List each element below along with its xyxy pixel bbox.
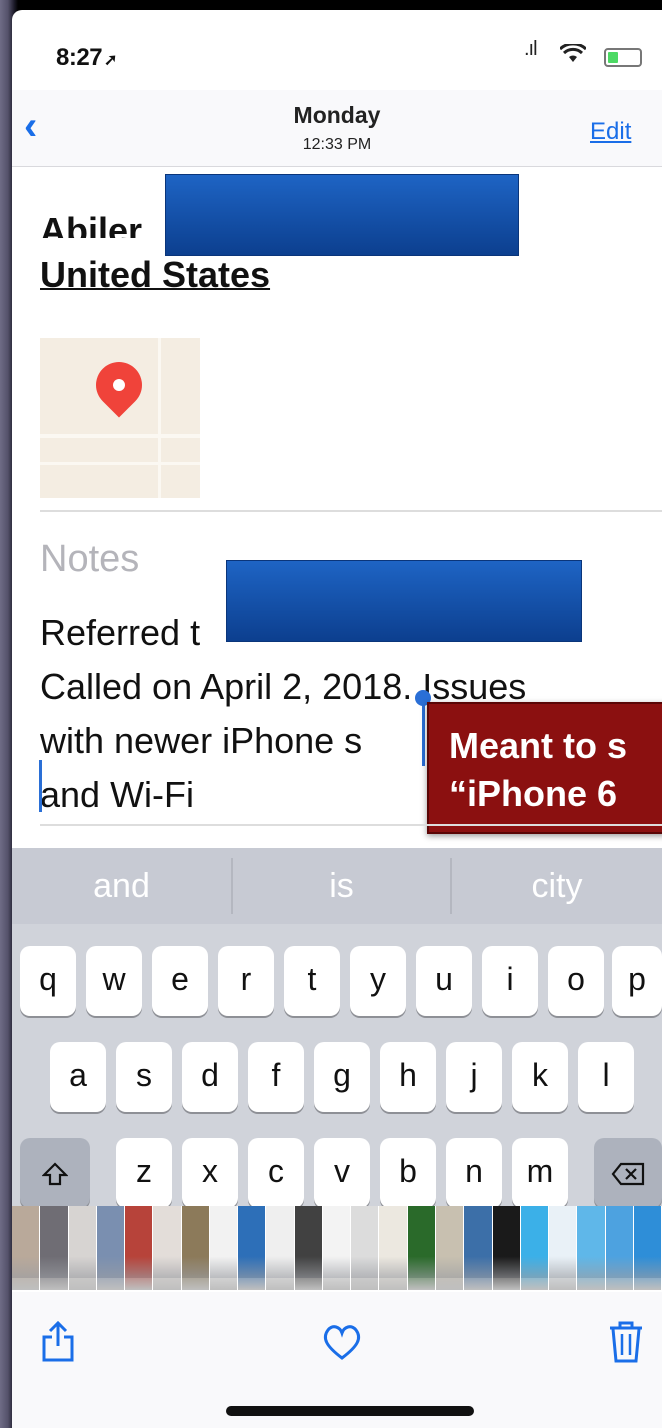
photo-thumbnail[interactable] <box>520 1206 550 1290</box>
key-x[interactable]: x <box>182 1138 238 1208</box>
annotation-callout: Meant to s “iPhone 6 <box>427 702 662 834</box>
key-r[interactable]: r <box>218 946 274 1016</box>
map-pin-icon <box>86 352 152 418</box>
map-thumbnail[interactable] <box>40 338 200 498</box>
edit-button[interactable]: Edit <box>590 118 631 146</box>
delete-icon <box>611 1162 645 1185</box>
share-icon[interactable] <box>36 1320 80 1364</box>
delete-key[interactable] <box>594 1138 662 1208</box>
photo-thumbnail[interactable] <box>492 1206 521 1290</box>
key-q[interactable]: q <box>20 946 76 1016</box>
photo-thumbnail[interactable] <box>322 1206 352 1290</box>
photo-thumbnail[interactable] <box>605 1206 634 1290</box>
nav-title-day: Monday <box>293 102 381 128</box>
photo-thumbnail[interactable] <box>125 1206 154 1290</box>
suggestion-1[interactable]: and <box>12 848 231 924</box>
text-cursor <box>39 760 42 812</box>
status-time: 8:27 ➚ <box>56 44 117 71</box>
heart-icon[interactable] <box>320 1320 364 1364</box>
photo-thumbnail[interactable] <box>407 1206 436 1290</box>
key-f[interactable]: f <box>248 1042 304 1112</box>
photo-thumbnail[interactable] <box>464 1206 493 1290</box>
key-a[interactable]: a <box>50 1042 106 1112</box>
photo-thumbnail[interactable] <box>181 1206 210 1290</box>
photo-thumbnail[interactable] <box>238 1206 267 1290</box>
callout-text: Meant to s “iPhone 6 <box>449 725 628 814</box>
redaction-box-notes <box>226 560 582 642</box>
photo-thumbnail[interactable] <box>12 1206 41 1290</box>
suggestion-3[interactable]: city <box>452 848 662 924</box>
key-u[interactable]: u <box>416 946 472 1016</box>
phone-screen: 8:27 ➚ .ıl ‹ Monday 12:33 PM Edit Abiler … <box>12 10 662 1428</box>
photo-thumbnail[interactable] <box>153 1206 182 1290</box>
key-m[interactable]: m <box>512 1138 568 1208</box>
key-b[interactable]: b <box>380 1138 436 1208</box>
key-e[interactable]: e <box>152 946 208 1016</box>
navigation-bar: ‹ Monday 12:33 PM Edit <box>12 90 662 167</box>
shift-icon <box>41 1161 69 1185</box>
suggestion-2[interactable]: is <box>233 848 450 924</box>
key-n[interactable]: n <box>446 1138 502 1208</box>
divider <box>40 510 662 512</box>
photo-strip[interactable] <box>12 1206 662 1290</box>
key-c[interactable]: c <box>248 1138 304 1208</box>
key-s[interactable]: s <box>116 1042 172 1112</box>
nav-title-time: 12:33 PM <box>302 136 372 153</box>
redaction-box-address <box>165 174 519 256</box>
photo-thumbnail[interactable] <box>40 1206 69 1290</box>
key-k[interactable]: k <box>512 1042 568 1112</box>
key-v[interactable]: v <box>314 1138 370 1208</box>
photo-thumbnail[interactable] <box>68 1206 97 1290</box>
key-w[interactable]: w <box>86 946 142 1016</box>
photo-thumbnail[interactable] <box>351 1206 380 1290</box>
wifi-icon <box>560 44 586 62</box>
key-y[interactable]: y <box>350 946 406 1016</box>
shift-key[interactable] <box>20 1138 90 1208</box>
predictive-bar: and is city <box>12 848 662 924</box>
key-d[interactable]: d <box>182 1042 238 1112</box>
key-h[interactable]: h <box>380 1042 436 1112</box>
signal-icon: .ıl <box>524 38 538 60</box>
selection-caret <box>422 698 425 766</box>
photo-thumbnail[interactable] <box>294 1206 323 1290</box>
photo-thumbnail[interactable] <box>96 1206 126 1290</box>
location-arrow-icon: ➚ <box>104 52 117 69</box>
key-j[interactable]: j <box>446 1042 502 1112</box>
photo-thumbnail[interactable] <box>435 1206 465 1290</box>
status-bar: 8:27 ➚ .ıl <box>12 10 662 90</box>
key-t[interactable]: t <box>284 946 340 1016</box>
trash-icon[interactable] <box>604 1320 648 1364</box>
photo-thumbnail[interactable] <box>549 1206 578 1290</box>
battery-icon <box>604 48 642 67</box>
photo-thumbnail[interactable] <box>266 1206 295 1290</box>
photo-thumbnail[interactable] <box>577 1206 606 1290</box>
key-p[interactable]: p <box>612 946 662 1016</box>
address-line-1[interactable]: Abiler <box>40 196 180 238</box>
divider <box>40 824 662 826</box>
key-g[interactable]: g <box>314 1042 370 1112</box>
key-z[interactable]: z <box>116 1138 172 1208</box>
notes-label: Notes <box>40 538 140 580</box>
photo-thumbnail[interactable] <box>379 1206 408 1290</box>
photo-thumbnail[interactable] <box>209 1206 239 1290</box>
key-l[interactable]: l <box>578 1042 634 1112</box>
home-indicator <box>226 1406 474 1416</box>
key-i[interactable]: i <box>482 946 538 1016</box>
photo-thumbnail[interactable] <box>633 1206 662 1290</box>
address-line-2[interactable]: United States <box>40 254 270 296</box>
key-o[interactable]: o <box>548 946 604 1016</box>
